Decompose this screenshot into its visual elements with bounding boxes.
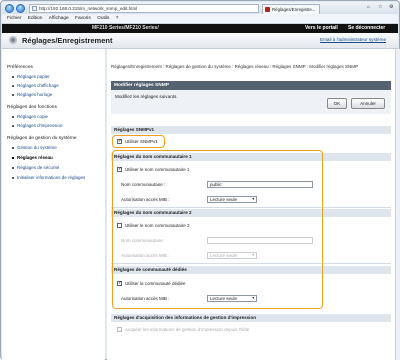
main-content: Réglages/Enregistrement : Réglages de ge…: [107, 49, 395, 360]
snmpv1-checkbox[interactable]: ✓: [117, 139, 122, 144]
page-header: Réglages/Enregistrement Email à l'admini…: [2, 33, 398, 49]
community2-name-label: Nom communautaire :: [121, 238, 166, 243]
breadcrumb: Réglages/Enregistrement : Réglages de ge…: [111, 64, 359, 69]
sidebar-section-functions: Réglages des fonctions: [7, 105, 57, 110]
cancel-button[interactable]: Annuler: [351, 98, 385, 109]
menu-edit[interactable]: Edition: [28, 14, 43, 23]
back-button[interactable]: ‹: [5, 4, 14, 13]
bullet-icon: [12, 84, 14, 87]
printer-mgmt-section-title: Réglages d'acquisition des informations …: [111, 314, 391, 322]
browser-tab[interactable]: Réglages/Enregistre...: [262, 4, 320, 14]
sidebar-item-system-mgmt[interactable]: Gestion du système: [12, 145, 57, 150]
dedicated-use-label: Utiliser la communauté dédiée: [125, 281, 186, 286]
community2-access-label: Autorisation accès MIB :: [121, 253, 170, 258]
menu-help[interactable]: ?: [116, 14, 119, 23]
menu-favorites[interactable]: Favoris: [75, 14, 91, 23]
community1-name-input[interactable]: public: [207, 181, 313, 188]
page-icon: [32, 6, 37, 11]
sidebar-item-display[interactable]: Réglages d'affichage: [12, 83, 59, 88]
page-title: Réglages/Enregistrement: [22, 36, 113, 45]
dialog-instructions: Modifiez les réglages suivants.: [115, 94, 178, 99]
browser-window: ‹ › http://192.168.0.215/m_network_snmp_…: [0, 0, 400, 360]
dedicated-access-select[interactable]: Lecture seule ▼: [207, 295, 257, 302]
bullet-icon: [12, 166, 14, 169]
logout-link[interactable]: Se déconnecter: [348, 24, 385, 33]
vertical-scrollbar[interactable]: [395, 49, 400, 360]
bullet-icon: [12, 176, 14, 179]
portal-link[interactable]: Vers le portail: [305, 24, 338, 33]
community1-use-label: Utiliser le nom communautaire 1: [125, 167, 190, 172]
menu-file[interactable]: Fichier: [7, 14, 21, 23]
dedicated-checkbox[interactable]: ✓: [117, 281, 122, 286]
sidebar-section-preferences: Préférences: [7, 65, 33, 70]
dialog-title: Modifier réglages SNMP: [111, 81, 391, 90]
sidebar-item-network[interactable]: Réglages réseau: [12, 155, 53, 160]
admin-email-link[interactable]: Email à l'administrateur système: [320, 37, 386, 42]
community2-checkbox[interactable]: [117, 223, 122, 228]
sidebar-item-copy[interactable]: Réglages copie: [12, 114, 48, 119]
chevron-down-icon: ▼: [251, 253, 255, 257]
dialog-body: Modifiez les réglages suivants. OK Annul…: [111, 90, 391, 114]
address-bar[interactable]: http://192.168.0.215/m_network_snmp_edit…: [29, 4, 259, 13]
forward-button[interactable]: ›: [16, 4, 25, 13]
community2-name-input[interactable]: [207, 237, 313, 244]
sidebar-section-system: Réglages de gestion du système: [7, 136, 77, 141]
bullet-icon: [12, 156, 14, 159]
sidebar-item-print[interactable]: Réglages d'impression: [12, 123, 62, 128]
community1-section-title: Réglages du nom communautaire 1: [111, 153, 391, 161]
community1-checkbox[interactable]: ✓: [117, 167, 122, 172]
printer-mgmt-label: Acquérir les informations de gestion d'i…: [125, 327, 250, 332]
chevron-down-icon: ▼: [251, 296, 255, 300]
settings-gear-icon: [9, 36, 17, 44]
menu-bar: Fichier Edition Affichage Favoris Outils…: [2, 14, 398, 24]
snmpv1-label: Utiliser SNMPv1: [125, 139, 158, 144]
divider: [111, 263, 391, 264]
sidebar-item-reset[interactable]: Initialiser informations de réglages: [12, 175, 85, 180]
community1-access-label: Autorisation accès MIB :: [121, 197, 170, 202]
favicon-icon: [265, 7, 270, 12]
menu-view[interactable]: Affichage: [49, 14, 69, 23]
bullet-icon: [12, 93, 14, 96]
sidebar-item-clock[interactable]: Réglages horloge: [12, 92, 52, 97]
chevron-down-icon: ▼: [251, 197, 255, 201]
snmpv1-section-title: Réglages SNMPv1: [111, 126, 391, 134]
dedicated-section-title: Réglages de communauté dédiée: [111, 266, 391, 274]
browser-toolbar: ‹ › http://192.168.0.215/m_network_snmp_…: [2, 2, 398, 14]
address-text: http://192.168.0.215/m_network_snmp_edit…: [39, 6, 138, 11]
favorites-star-icon[interactable]: ☆: [378, 4, 382, 10]
device-header: MF210 Series/MF210 Series/ Vers le porta…: [2, 24, 398, 33]
printer-mgmt-checkbox[interactable]: [117, 327, 122, 332]
community1-access-select[interactable]: Lecture seule ▼: [207, 196, 257, 203]
ok-button[interactable]: OK: [327, 98, 347, 109]
bullet-icon: [12, 115, 14, 118]
community2-access-select[interactable]: Lecture seule ▼: [207, 252, 257, 259]
sidebar: Préférences Réglages papier Réglages d'a…: [2, 49, 105, 360]
community2-section-title: Réglages du nom communautaire 2: [111, 209, 391, 217]
sidebar-item-security[interactable]: Réglages de sécurité: [12, 165, 59, 170]
menu-tools[interactable]: Outils: [97, 14, 109, 23]
settings-gear-icon[interactable]: ⚙: [389, 4, 393, 10]
dedicated-access-label: Autorisation accès MIB :: [121, 296, 170, 301]
divider: [111, 207, 391, 208]
community2-use-label: Utiliser le nom communautaire 2: [125, 223, 190, 228]
tab-title: Réglages/Enregistre...: [272, 7, 316, 12]
device-model: MF210 Series/MF210 Series/: [92, 25, 159, 31]
bullet-icon: [12, 146, 14, 149]
home-icon[interactable]: ⌂: [367, 4, 370, 10]
sidebar-item-paper[interactable]: Réglages papier: [12, 74, 50, 79]
bullet-icon: [12, 124, 14, 127]
community1-name-label: Nom communautaire :: [121, 182, 166, 187]
bullet-icon: [12, 75, 14, 78]
